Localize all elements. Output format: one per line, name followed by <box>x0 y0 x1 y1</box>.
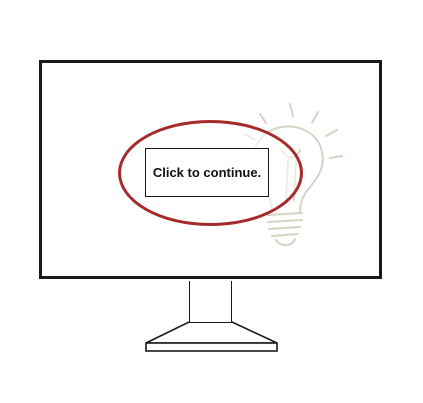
illustration: Click to continue. <box>0 0 423 403</box>
continue-button-label: Click to continue. <box>152 165 262 180</box>
continue-button[interactable]: Click to continue. <box>145 148 269 197</box>
